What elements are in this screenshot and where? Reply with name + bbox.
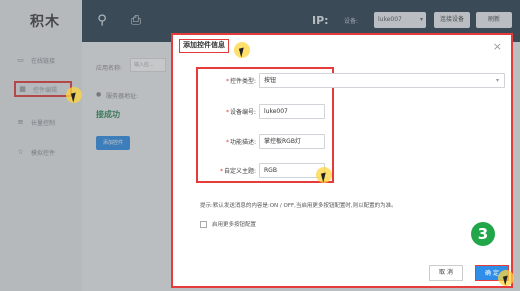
hint-text: 提示:默认发送消息的内容是:ON / OFF,当启用更多按钮配置时,则以配置的为…	[200, 203, 397, 209]
control-type-label: *控件类型:	[225, 78, 256, 85]
control-type-select[interactable]: 按钮 ▾	[259, 73, 505, 88]
dialog-title: 添加控件信息	[179, 39, 229, 53]
checkbox-label: 启用更多按钮配置	[212, 222, 257, 228]
required-mark: *	[219, 168, 223, 175]
control-type-value: 按钮	[264, 77, 277, 84]
custom-topic-label: *自定义主题:	[219, 168, 256, 175]
required-mark: *	[225, 109, 229, 116]
close-icon[interactable]: ×	[493, 41, 502, 52]
device-id-input[interactable]: luke007	[259, 104, 325, 119]
required-mark: *	[225, 78, 229, 85]
required-mark: *	[225, 139, 229, 146]
chevron-down-icon: ▾	[495, 77, 499, 84]
cancel-button[interactable]: 取 消	[429, 265, 463, 281]
more-buttons-checkbox[interactable]: 启用更多按钮配置	[200, 220, 256, 228]
device-id-label: *设备编号:	[225, 109, 256, 116]
description-input[interactable]: 掌控板RGB灯	[259, 134, 325, 149]
step-badge: 3	[471, 222, 495, 246]
add-control-dialog: 添加控件信息 × *控件类型: 按钮 ▾ *设备编号: luke007 *功能描…	[171, 33, 513, 288]
checkbox-icon[interactable]	[200, 220, 207, 228]
description-label: *功能描述:	[225, 139, 256, 146]
